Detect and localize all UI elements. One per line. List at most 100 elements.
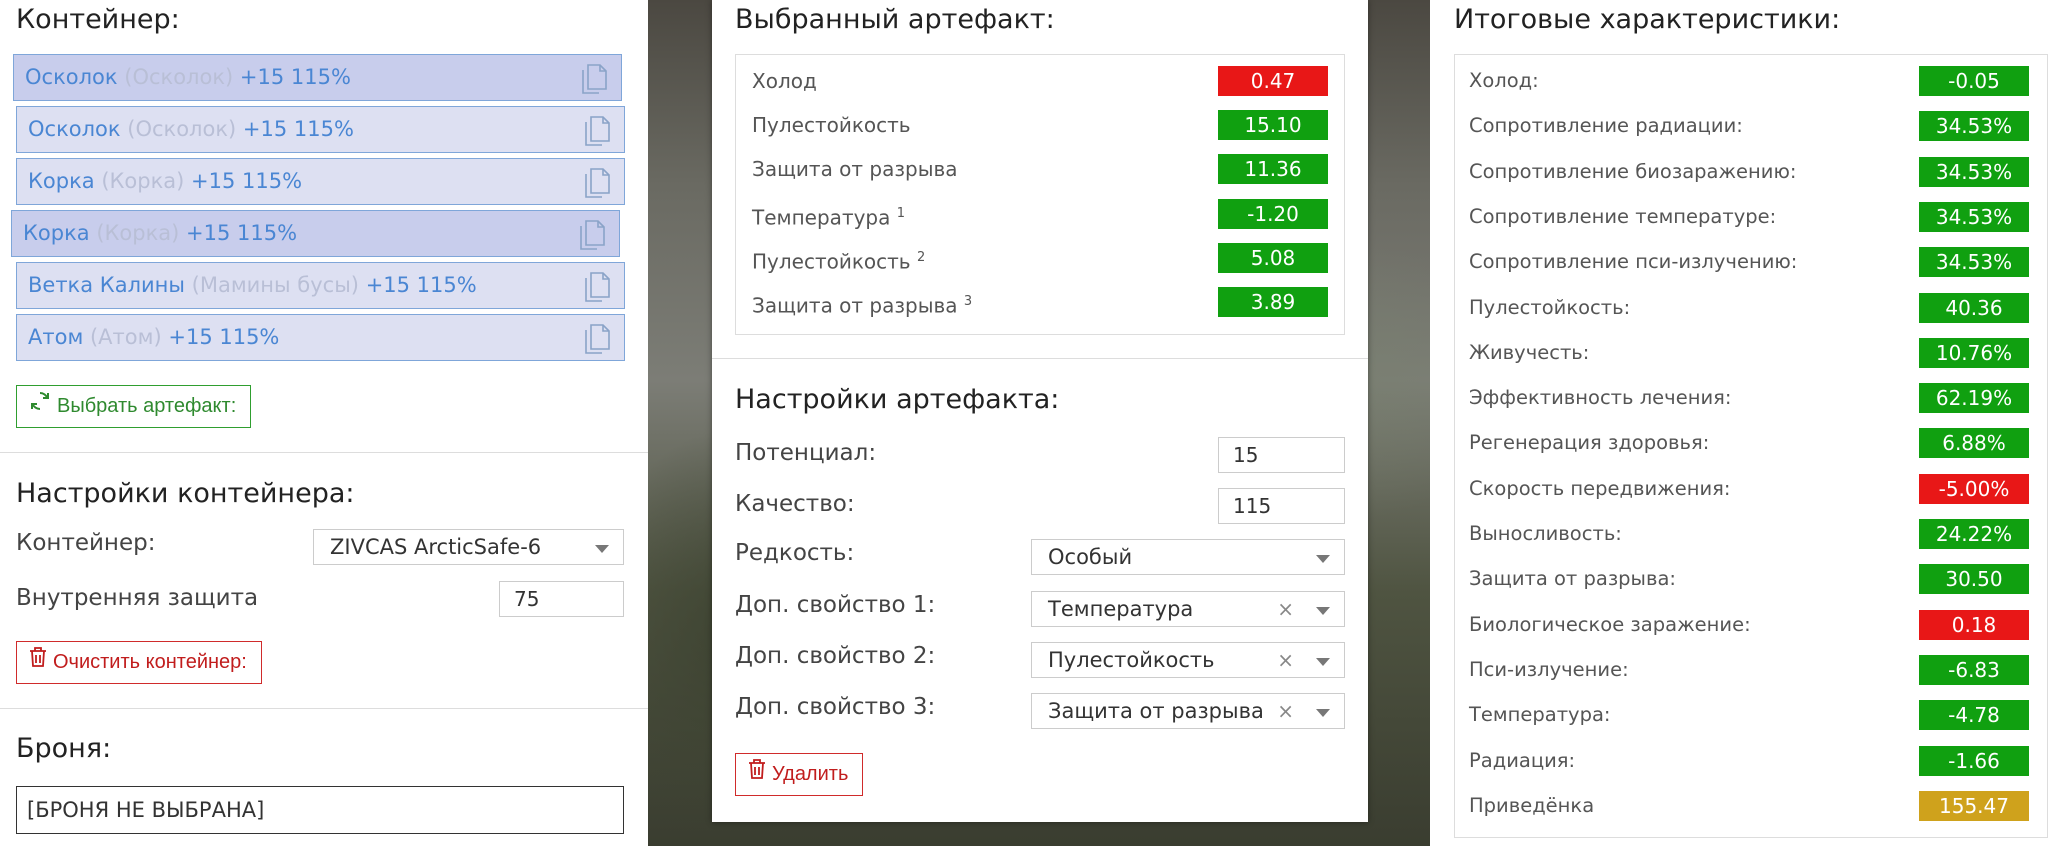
container-slot[interactable]: Ветка Калины (Мамины бусы) +15 115% — [16, 262, 625, 309]
total-stat-row: Сопротивление радиации: 34.53% — [1455, 110, 2047, 142]
artifact-stat-name: Холод — [752, 65, 817, 97]
artifact-stat-label: Защита от разрыва — [752, 293, 958, 318]
total-stat-row: Биологическое заражение: 0.18 — [1455, 609, 2047, 641]
container-slot[interactable]: Осколок (Осколок) +15 115% — [16, 106, 625, 153]
total-stat-value: -6.83 — [1919, 654, 2029, 685]
total-stat-value: -4.78 — [1919, 700, 2029, 731]
total-stat-row: Эффективность лечения: 62.19% — [1455, 382, 2047, 414]
total-stat-name: Радиация: — [1469, 748, 1576, 772]
artifact-stat-value: 3.89 — [1218, 287, 1328, 317]
rarity-select[interactable]: Особый — [1031, 539, 1345, 575]
artifact-stat-index: 2 — [916, 249, 926, 265]
chevron-down-icon — [1316, 607, 1330, 615]
divider — [0, 452, 648, 453]
total-stat-name: Скорость передвижения: — [1469, 476, 1731, 500]
clear-icon[interactable]: × — [1277, 592, 1294, 626]
copy-icon[interactable] — [582, 271, 612, 303]
total-stat-name: Сопротивление радиации: — [1469, 114, 1743, 138]
chevron-down-icon — [1316, 709, 1330, 717]
rarity-select-value: Особый — [1048, 545, 1133, 569]
total-stat-value: 0.18 — [1919, 609, 2029, 640]
artifact-stat-name: Пулестойкость 2 — [752, 242, 925, 278]
artifact-settings-title: Настройки артефакта: — [735, 384, 1060, 415]
artifact-stat-value: 5.08 — [1218, 242, 1328, 273]
extra-property-3-select[interactable]: Защита от разрыва × — [1031, 693, 1345, 729]
rarity-label: Редкость: — [735, 540, 855, 566]
chevron-down-icon — [1316, 658, 1330, 666]
chevron-down-icon — [1316, 555, 1330, 563]
total-stat-row: Выносливость: 24.22% — [1455, 518, 2047, 550]
container-slot[interactable]: Атом (Атом) +15 115% — [16, 314, 625, 361]
clear-container-button[interactable]: Очистить контейнер: — [16, 641, 262, 684]
artifact-stat-label: Холод — [752, 69, 817, 93]
total-stat-row: Радиация: -1.66 — [1455, 745, 2047, 777]
armor-select[interactable]: [БРОНЯ НЕ ВЫБРАНА] — [16, 786, 624, 834]
total-stat-name: Холод: — [1469, 69, 1539, 92]
totals-stats-box: Холод: -0.05 Сопротивление радиации: 34.53%… — [1454, 54, 2048, 838]
extra-property-3-label: Доп. свойство 3: — [735, 694, 936, 720]
extra-property-1-value: Температура — [1048, 597, 1194, 621]
potential-label: Потенциал: — [735, 440, 877, 466]
total-stat-value: -0.05 — [1919, 66, 2029, 96]
total-stat-value: -1.66 — [1919, 745, 2029, 776]
artifact-stat-name: Пулестойкость — [752, 109, 911, 141]
container-slot[interactable]: Осколок (Осколок) +15 115% — [13, 54, 622, 101]
artifact-stat-row: Защита от разрыва 11.36 — [736, 153, 1344, 185]
inner-protection-input[interactable]: 75 — [499, 581, 624, 617]
copy-icon[interactable] — [582, 323, 612, 355]
totals-panel: Итоговые характеристики: Холод: -0.05 Сопр… — [1430, 0, 2070, 846]
artifact-stat-value: 0.47 — [1218, 66, 1328, 96]
choose-artifact-button[interactable]: Выбрать артефакт: — [16, 385, 252, 428]
potential-input[interactable]: 15 — [1218, 437, 1345, 473]
total-stat-value: 6.88% — [1919, 428, 2029, 459]
slot-artifact-type: (Атом) — [89, 325, 162, 349]
total-stat-name: Сопротивление пси-излучению: — [1469, 250, 1798, 274]
copy-icon[interactable] — [582, 167, 612, 199]
artifact-stat-row: Температура 1 -1.20 — [736, 198, 1344, 230]
delete-artifact-button[interactable]: Удалить — [735, 753, 864, 796]
extra-property-1-select[interactable]: Температура × — [1031, 591, 1345, 627]
slot-artifact-bonus: +15 115% — [242, 117, 354, 141]
inner-protection-label: Внутренняя защита — [16, 585, 259, 611]
slot-artifact-type: (Осколок) — [124, 65, 234, 89]
total-stat-name: Приведёнка — [1469, 793, 1595, 817]
total-stat-value: 155.47 — [1919, 790, 2029, 821]
container-slot[interactable]: Корка (Корка) +15 115% — [11, 210, 620, 257]
copy-icon[interactable] — [582, 115, 612, 147]
quality-input[interactable]: 115 — [1218, 488, 1345, 524]
artifact-stat-index: 3 — [963, 294, 973, 309]
trash-icon — [748, 754, 766, 795]
artifact-stat-value: 15.10 — [1218, 110, 1328, 141]
total-stat-name: Температура: — [1469, 703, 1611, 727]
total-stat-row: Температура: -4.78 — [1455, 699, 2047, 731]
container-slot[interactable]: Корка (Корка) +15 115% — [16, 158, 625, 205]
container-settings-title: Настройки контейнера: — [16, 478, 355, 509]
total-stat-name: Регенерация здоровья: — [1469, 431, 1710, 455]
slot-artifact-type: (Корка) — [96, 221, 180, 245]
artifact-stat-row: Пулестойкость 2 5.08 — [736, 242, 1344, 274]
total-stat-name: Сопротивление биозаражению: — [1469, 159, 1797, 183]
totals-title: Итоговые характеристики: — [1454, 4, 1841, 35]
container-select[interactable]: ZIVCAS ArcticSafe-6 — [313, 529, 624, 565]
total-stat-value: 34.53% — [1919, 156, 2029, 187]
slot-artifact-name: Осколок — [25, 65, 118, 89]
total-stat-value: 62.19% — [1919, 383, 2029, 414]
slot-artifact-type: (Осколок) — [127, 117, 237, 141]
clear-icon[interactable]: × — [1277, 694, 1294, 728]
container-select-value: ZIVCAS ArcticSafe-6 — [330, 535, 542, 559]
artifact-stat-value: -1.20 — [1218, 198, 1328, 229]
artifact-stat-row: Пулестойкость 15.10 — [736, 109, 1344, 141]
copy-icon[interactable] — [577, 219, 607, 251]
extra-property-2-select[interactable]: Пулестойкость × — [1031, 642, 1345, 678]
slot-artifact-bonus: +15 115% — [365, 273, 477, 297]
extra-property-2-label: Доп. свойство 2: — [735, 643, 936, 669]
copy-icon[interactable] — [579, 63, 609, 95]
artifact-stat-label: Пулестойкость — [752, 113, 911, 138]
total-stat-name: Живучесть: — [1469, 340, 1590, 364]
clear-icon[interactable]: × — [1277, 643, 1294, 677]
total-stat-row: Приведёнка 155.47 — [1455, 790, 2047, 822]
slot-artifact-name: Корка — [28, 169, 95, 193]
slot-artifact-name: Атом — [28, 325, 84, 349]
artifact-stat-row: Защита от разрыва 3 3.89 — [736, 286, 1344, 318]
total-stat-value: 34.53% — [1919, 111, 2029, 142]
